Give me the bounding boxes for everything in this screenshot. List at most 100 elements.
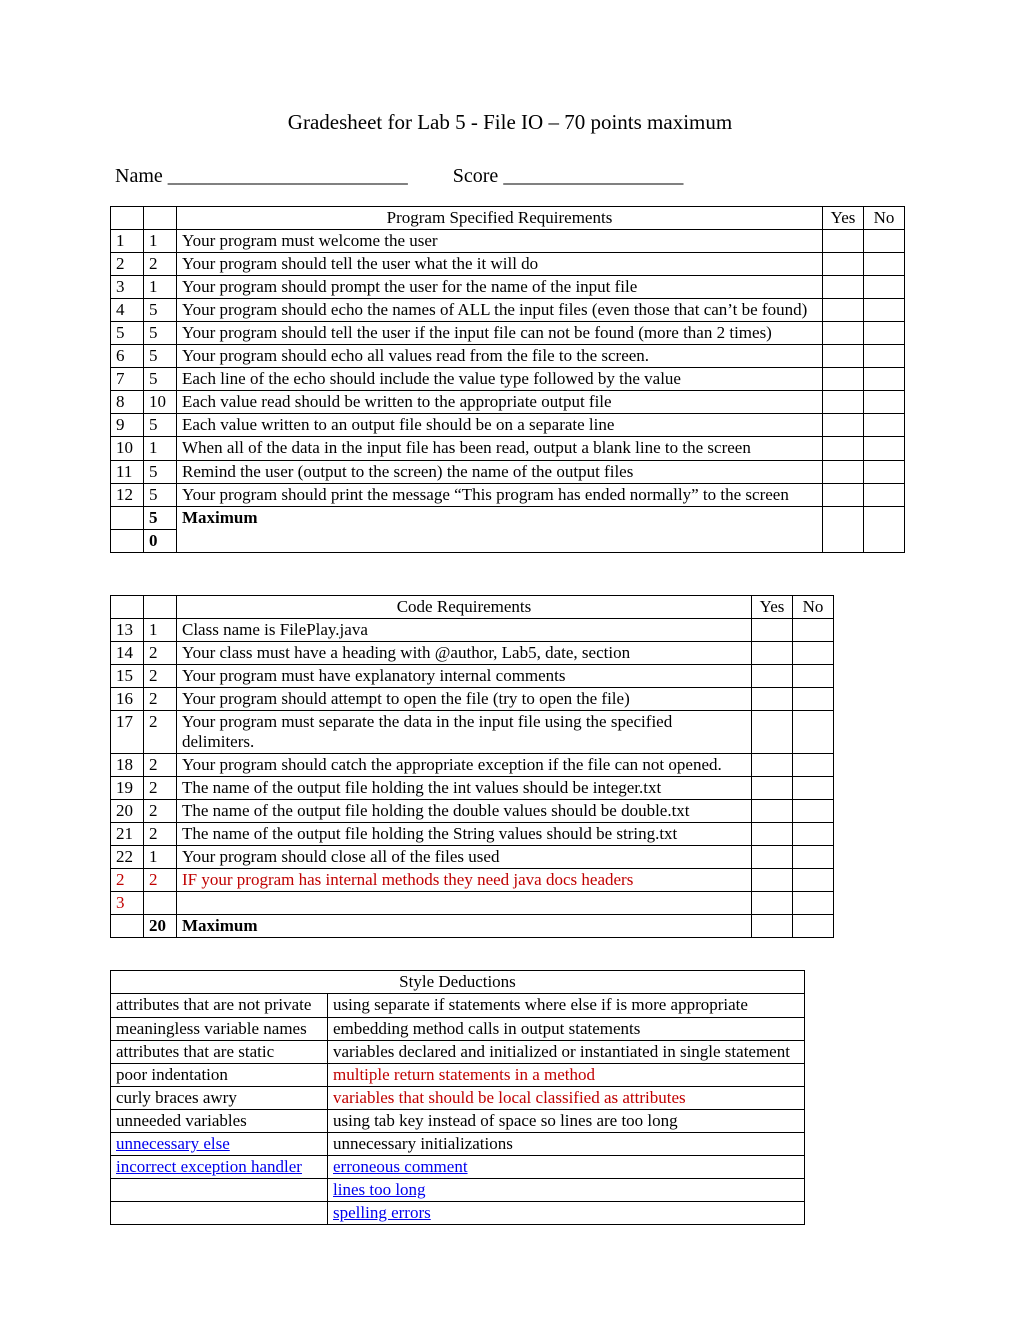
row-desc: Each value read should be written to the… <box>177 391 823 414</box>
style-right-cell: using separate if statements where else … <box>328 994 805 1017</box>
no-cell <box>793 777 834 800</box>
table-row: 115Remind the user (output to the screen… <box>111 460 905 483</box>
table-row: 810Each value read should be written to … <box>111 391 905 414</box>
table-row: 192The name of the output file holding t… <box>111 777 834 800</box>
style-right-cell: lines too long <box>328 1178 805 1201</box>
row-pts: 2 <box>144 687 177 710</box>
row-num: 16 <box>111 687 144 710</box>
style-left-cell: unnecessary else <box>111 1132 328 1155</box>
yes-cell <box>752 869 793 892</box>
table-row: spelling errors <box>111 1201 805 1224</box>
table1-max-pts2: 0 <box>144 529 177 552</box>
row-desc: Your class must have a heading with @aut… <box>177 641 752 664</box>
style-deductions-table: Style Deductions attributes that are not… <box>110 970 805 1225</box>
row-desc: Your program should tell the user what t… <box>177 253 823 276</box>
row-desc: Your program should close all of the fil… <box>177 846 752 869</box>
no-cell <box>793 687 834 710</box>
style-right-cell: using tab key instead of space so lines … <box>328 1109 805 1132</box>
row-num: 14 <box>111 641 144 664</box>
row-pts: 5 <box>144 368 177 391</box>
no-cell <box>793 664 834 687</box>
table1-max-label: Maximum <box>177 506 823 552</box>
yes-cell <box>823 322 864 345</box>
name-score-line: Name ________________________ Score ____… <box>115 165 910 188</box>
yes-cell <box>752 777 793 800</box>
no-cell <box>864 483 905 506</box>
style-left-cell: curly braces awry <box>111 1086 328 1109</box>
row-num: 12 <box>111 483 144 506</box>
extra-n: 3 <box>111 892 144 915</box>
row-num: 10 <box>111 437 144 460</box>
row-desc: IF your program has internal methods the… <box>177 869 752 892</box>
table-row: lines too long <box>111 1178 805 1201</box>
no-cell <box>793 869 834 892</box>
yes-cell <box>823 460 864 483</box>
table-row: 65Your program should echo all values re… <box>111 345 905 368</box>
row-num: 11 <box>111 460 144 483</box>
no-cell <box>793 710 834 753</box>
code-requirements-table: Code Requirements Yes No 131Class name i… <box>110 595 834 939</box>
row-desc: Your program should prompt the user for … <box>177 276 823 299</box>
row-desc: Your program should echo all values read… <box>177 345 823 368</box>
table-row: 131Class name is FilePlay.java <box>111 618 834 641</box>
row-num: 20 <box>111 800 144 823</box>
yes-cell <box>823 483 864 506</box>
yes-cell <box>823 345 864 368</box>
row-pts: 1 <box>144 846 177 869</box>
row-desc: When all of the data in the input file h… <box>177 437 823 460</box>
table3-header: Style Deductions <box>111 971 805 994</box>
row-num: 8 <box>111 391 144 414</box>
row-num: 15 <box>111 664 144 687</box>
yes-cell <box>752 687 793 710</box>
row-num: 6 <box>111 345 144 368</box>
row-num: 22 <box>111 846 144 869</box>
style-left-cell: attributes that are not private <box>111 994 328 1017</box>
table-row: 182Your program should catch the appropr… <box>111 754 834 777</box>
no-cell <box>793 618 834 641</box>
style-right-cell: embedding method calls in output stateme… <box>328 1017 805 1040</box>
row-pts: 2 <box>144 664 177 687</box>
style-left-cell: poor indentation <box>111 1063 328 1086</box>
name-label: Name <box>115 165 168 187</box>
yes-cell <box>823 230 864 253</box>
row-num: 2 <box>111 253 144 276</box>
yes-header: Yes <box>752 595 793 618</box>
row-num: 19 <box>111 777 144 800</box>
table-row: 22IF your program has internal methods t… <box>111 869 834 892</box>
row-num: 7 <box>111 368 144 391</box>
row-pts: 10 <box>144 391 177 414</box>
table-header-row: Program Specified Requirements Yes No <box>111 207 905 230</box>
yes-cell <box>823 391 864 414</box>
yes-cell <box>823 437 864 460</box>
row-pts: 2 <box>144 253 177 276</box>
table-row: 31Your program should prompt the user fo… <box>111 276 905 299</box>
table-row: unnecessary elseunnecessary initializati… <box>111 1132 805 1155</box>
table2-max-label: Maximum <box>177 915 752 938</box>
no-cell <box>864 391 905 414</box>
score-blank: __________________ <box>503 165 683 188</box>
table-row: 152Your program must have explanatory in… <box>111 664 834 687</box>
row-desc: Class name is FilePlay.java <box>177 618 752 641</box>
style-left-cell <box>111 1201 328 1224</box>
table-row: incorrect exception handlererroneous com… <box>111 1155 805 1178</box>
yes-cell <box>752 823 793 846</box>
yes-header: Yes <box>823 207 864 230</box>
row-num: 18 <box>111 754 144 777</box>
style-right-cell: variables declared and initialized or in… <box>328 1040 805 1063</box>
row-pts: 5 <box>144 483 177 506</box>
row-num: 1 <box>111 230 144 253</box>
table2-max-pts: 20 <box>144 915 177 938</box>
table-header-row: Style Deductions <box>111 971 805 994</box>
style-left-cell: unneeded variables <box>111 1109 328 1132</box>
row-pts: 1 <box>144 276 177 299</box>
no-cell <box>864 299 905 322</box>
row-desc: The name of the output file holding the … <box>177 777 752 800</box>
table-row: 45Your program should echo the names of … <box>111 299 905 322</box>
yes-cell <box>752 664 793 687</box>
yes-cell <box>823 276 864 299</box>
table2-max-row: 20 Maximum <box>111 915 834 938</box>
style-right-cell: spelling errors <box>328 1201 805 1224</box>
table-row: poor indentationmultiple return statemen… <box>111 1063 805 1086</box>
yes-cell <box>752 710 793 753</box>
row-pts: 5 <box>144 460 177 483</box>
